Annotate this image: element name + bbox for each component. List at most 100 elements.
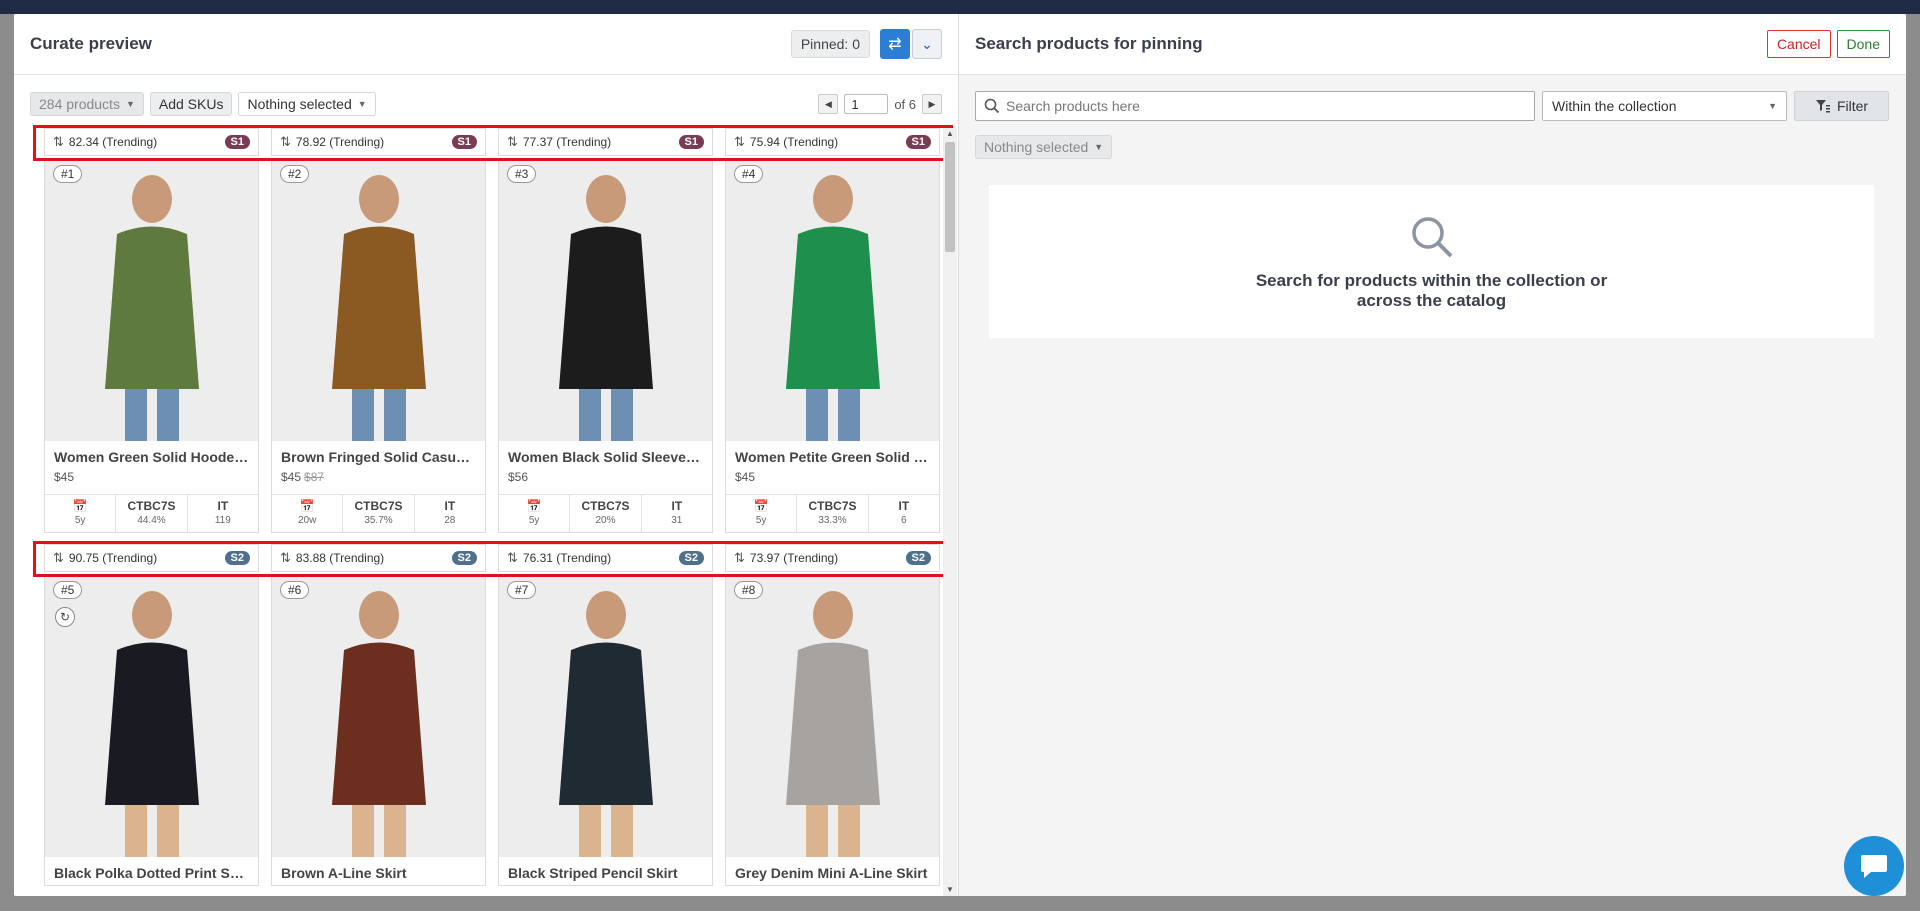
product-info: Women Petite Green Solid Top $45 bbox=[726, 441, 939, 488]
product-name[interactable]: Brown A-Line Skirt bbox=[281, 865, 476, 881]
grid-scrollbar[interactable]: ▲ ▼ bbox=[943, 128, 957, 896]
stat-cell: 📅 5y bbox=[726, 495, 798, 532]
scroll-thumb[interactable] bbox=[945, 142, 955, 252]
add-skus-button[interactable]: Add SKUs bbox=[149, 92, 233, 116]
current-price: $45 bbox=[281, 470, 302, 484]
product-figure bbox=[331, 591, 426, 857]
product-stats: 📅 5y CTBC7S 44.4% IT 119 bbox=[45, 494, 258, 532]
search-pinning-header: Search products for pinning Cancel Done bbox=[959, 14, 1906, 75]
stat-cell: CTBC7S 44.4% bbox=[116, 495, 188, 532]
product-figure bbox=[104, 591, 199, 857]
product-info: Women Black Solid Sleeveles... $56 bbox=[499, 441, 712, 488]
double-chevron-down-icon: ⌄ bbox=[921, 35, 933, 52]
product-stats: 📅 5y CTBC7S 20% IT 31 bbox=[499, 494, 712, 532]
product-figure bbox=[558, 591, 653, 857]
search-input[interactable]: Search products here bbox=[975, 91, 1535, 121]
product-column: ⇅ 78.92 (Trending) S1 #2 Brown Fringed S… bbox=[271, 128, 486, 533]
product-name[interactable]: Black Polka Dotted Print Skirts bbox=[54, 865, 249, 881]
cancel-button[interactable]: Cancel bbox=[1766, 30, 1831, 58]
caret-down-icon: ▼ bbox=[1768, 101, 1777, 111]
rank-badge: #8 bbox=[734, 581, 764, 599]
product-card[interactable]: #2 Brown Fringed Solid Casual S... $45 $8… bbox=[271, 158, 486, 533]
right-nothing-selected-dropdown[interactable]: Nothing selected ▼ bbox=[975, 135, 1113, 159]
swap-button[interactable]: ⇄ bbox=[880, 29, 910, 59]
chat-icon bbox=[1861, 855, 1887, 878]
caret-down-icon: ▼ bbox=[125, 99, 135, 109]
product-name[interactable]: Brown Fringed Solid Casual S... bbox=[281, 449, 476, 465]
panel-title: Curate preview bbox=[30, 34, 152, 53]
product-image[interactable]: #7 bbox=[499, 575, 712, 857]
expand-button[interactable]: ⌄ bbox=[912, 29, 942, 59]
product-card[interactable]: #6 Brown A-Line Skirt bbox=[271, 574, 486, 886]
curate-preview-header: Curate preview Pinned: 0 ⇄ ⌄ bbox=[14, 14, 958, 75]
empty-state-message: Search for products within the collectio… bbox=[1255, 271, 1608, 310]
caret-down-icon: ▼ bbox=[357, 99, 367, 109]
stat-value: 35.7% bbox=[364, 515, 393, 526]
stat-cell: IT 119 bbox=[188, 495, 258, 532]
product-card[interactable]: #1 Women Green Solid Hooded ... $45 📅 5y C… bbox=[44, 158, 259, 533]
stat-cell: 📅 20w bbox=[272, 495, 344, 532]
product-card[interactable]: #4 Women Petite Green Solid Top $45 📅 5y C… bbox=[725, 158, 940, 533]
stat-value: 44.4% bbox=[137, 515, 166, 526]
chat-launcher-button[interactable] bbox=[1844, 836, 1904, 896]
page-number-input[interactable] bbox=[844, 94, 889, 114]
product-row: ⇅ 90.75 (Trending) S2 #5 ↻ Black Polka D… bbox=[30, 544, 942, 886]
stat-cell: 📅 5y bbox=[45, 495, 117, 532]
product-image[interactable]: #5 ↻ bbox=[45, 575, 258, 857]
stat-cell: IT 28 bbox=[415, 495, 485, 532]
product-info: Women Green Solid Hooded ... $45 bbox=[45, 441, 258, 488]
product-image[interactable]: #2 bbox=[272, 159, 485, 441]
done-button[interactable]: Done bbox=[1836, 30, 1890, 58]
row-2-score-highlight bbox=[33, 541, 950, 577]
product-card[interactable]: #3 Women Black Solid Sleeveles... $56 📅 5… bbox=[498, 158, 713, 533]
caret-down-icon: ▼ bbox=[1094, 142, 1104, 152]
stat-key: IT bbox=[217, 499, 229, 513]
scroll-down-arrow[interactable]: ▼ bbox=[946, 886, 954, 894]
product-name[interactable]: Women Black Solid Sleeveles... bbox=[508, 449, 703, 465]
calendar-icon: 📅 bbox=[526, 499, 542, 513]
nothing-selected-dropdown[interactable]: Nothing selected ▼ bbox=[238, 92, 376, 116]
search-icon bbox=[984, 98, 1000, 114]
product-name[interactable]: Grey Denim Mini A-Line Skirt bbox=[735, 865, 930, 881]
scroll-up-arrow[interactable]: ▲ bbox=[946, 130, 954, 138]
stat-cell: IT 6 bbox=[869, 495, 939, 532]
product-name[interactable]: Women Petite Green Solid Top bbox=[735, 449, 930, 465]
product-image[interactable]: #8 bbox=[726, 575, 939, 857]
empty-state: Search for products within the collectio… bbox=[989, 185, 1874, 338]
calendar-icon: 📅 bbox=[753, 499, 769, 513]
product-image[interactable]: #6 bbox=[272, 575, 485, 857]
product-column: ⇅ 75.94 (Trending) S1 #4 Women Petite Gr… bbox=[725, 128, 940, 533]
product-name[interactable]: Women Green Solid Hooded ... bbox=[54, 449, 249, 465]
prev-page-button[interactable]: ◀ bbox=[818, 94, 839, 114]
row-1-score-highlight bbox=[33, 125, 953, 161]
calendar-icon: 📅 bbox=[72, 499, 88, 513]
product-image[interactable]: #1 bbox=[45, 159, 258, 441]
rank-badge: #6 bbox=[280, 581, 310, 599]
curate-preview-panel: Curate preview Pinned: 0 ⇄ ⌄ 284 product… bbox=[14, 14, 959, 896]
products-count-dropdown[interactable]: 284 products ▼ bbox=[30, 92, 144, 116]
rank-badge: #3 bbox=[507, 165, 537, 183]
next-page-button[interactable]: ▶ bbox=[922, 94, 942, 114]
refresh-icon[interactable]: ↻ bbox=[55, 607, 75, 627]
product-name[interactable]: Black Striped Pencil Skirt bbox=[508, 865, 703, 881]
app-top-bar bbox=[0, 0, 1920, 14]
product-card[interactable]: #7 Black Striped Pencil Skirt bbox=[498, 574, 713, 886]
stat-key: CTBC7S bbox=[127, 499, 176, 513]
product-card[interactable]: #5 ↻ Black Polka Dotted Print Skirts bbox=[44, 574, 259, 886]
nothing-selected-label: Nothing selected bbox=[247, 96, 352, 112]
page-total-label: of 6 bbox=[894, 96, 916, 112]
current-price: $45 bbox=[54, 470, 75, 484]
product-card[interactable]: #8 Grey Denim Mini A-Line Skirt bbox=[725, 574, 940, 886]
old-price: $87 bbox=[304, 470, 325, 484]
product-image[interactable]: #3 bbox=[499, 159, 712, 441]
product-image[interactable]: #4 bbox=[726, 159, 939, 441]
stat-key: CTBC7S bbox=[581, 499, 630, 513]
rank-badge: #2 bbox=[280, 165, 310, 183]
scope-select[interactable]: Within the collection ▼ bbox=[1542, 91, 1787, 121]
current-price: $56 bbox=[508, 470, 529, 484]
stat-cell: CTBC7S 20% bbox=[570, 495, 642, 532]
swap-icon: ⇄ bbox=[888, 36, 902, 53]
filter-button[interactable]: Filter bbox=[1794, 91, 1889, 121]
stat-value: 119 bbox=[214, 515, 231, 526]
product-column: ⇅ 83.88 (Trending) S2 #6 Brown A-Line Sk… bbox=[271, 544, 486, 886]
